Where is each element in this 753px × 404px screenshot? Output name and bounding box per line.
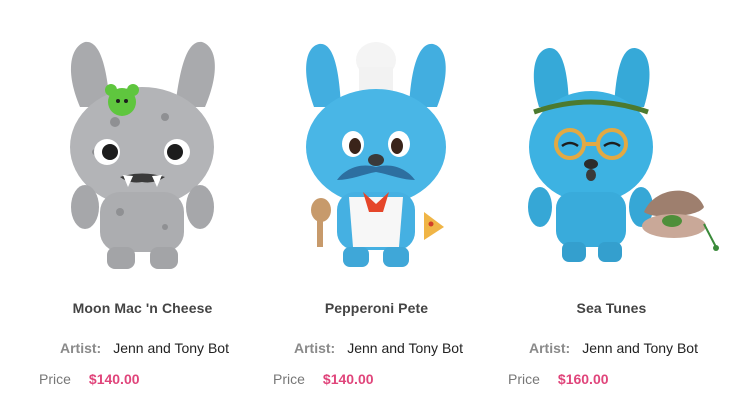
artist-row: Artist: Jenn and Tony Bot [259, 340, 529, 356]
artist-name: Jenn and Tony Bot [347, 340, 463, 356]
price-label: Price [39, 371, 71, 387]
artist-row: Artist: Jenn and Tony Bot [494, 340, 753, 356]
artist-name: Jenn and Tony Bot [582, 340, 698, 356]
artist-name: Jenn and Tony Bot [113, 340, 229, 356]
price-value: $140.00 [88, 371, 140, 387]
price-row: Price $140.00 [259, 371, 508, 387]
product-title[interactable]: Sea Tunes [494, 300, 729, 316]
product-title[interactable]: Pepperoni Pete [259, 300, 494, 316]
price-row: Price $160.00 [494, 371, 743, 387]
artist-label: Artist: [60, 340, 102, 356]
product-title[interactable]: Moon Mac 'n Cheese [25, 300, 260, 316]
price-row: Price $140.00 [25, 371, 274, 387]
product-card[interactable]: Sea Tunes Artist: Jenn and Tony Bot Price… [494, 0, 729, 404]
price-value: $140.00 [322, 371, 374, 387]
price-label: Price [273, 371, 305, 387]
product-image-moon-mac-n-cheese[interactable] [25, 12, 260, 282]
product-image-sea-tunes[interactable] [494, 12, 729, 282]
price-label: Price [508, 371, 540, 387]
artist-label: Artist: [529, 340, 571, 356]
product-card[interactable]: Moon Mac 'n Cheese Artist: Jenn and Tony … [25, 0, 260, 404]
artist-label: Artist: [294, 340, 336, 356]
artist-row: Artist: Jenn and Tony Bot [25, 340, 295, 356]
product-grid: Moon Mac 'n Cheese Artist: Jenn and Tony … [0, 0, 753, 404]
price-value: $160.00 [557, 371, 609, 387]
product-card[interactable]: Pepperoni Pete Artist: Jenn and Tony Bot … [259, 0, 494, 404]
product-image-pepperoni-pete[interactable] [259, 12, 494, 282]
